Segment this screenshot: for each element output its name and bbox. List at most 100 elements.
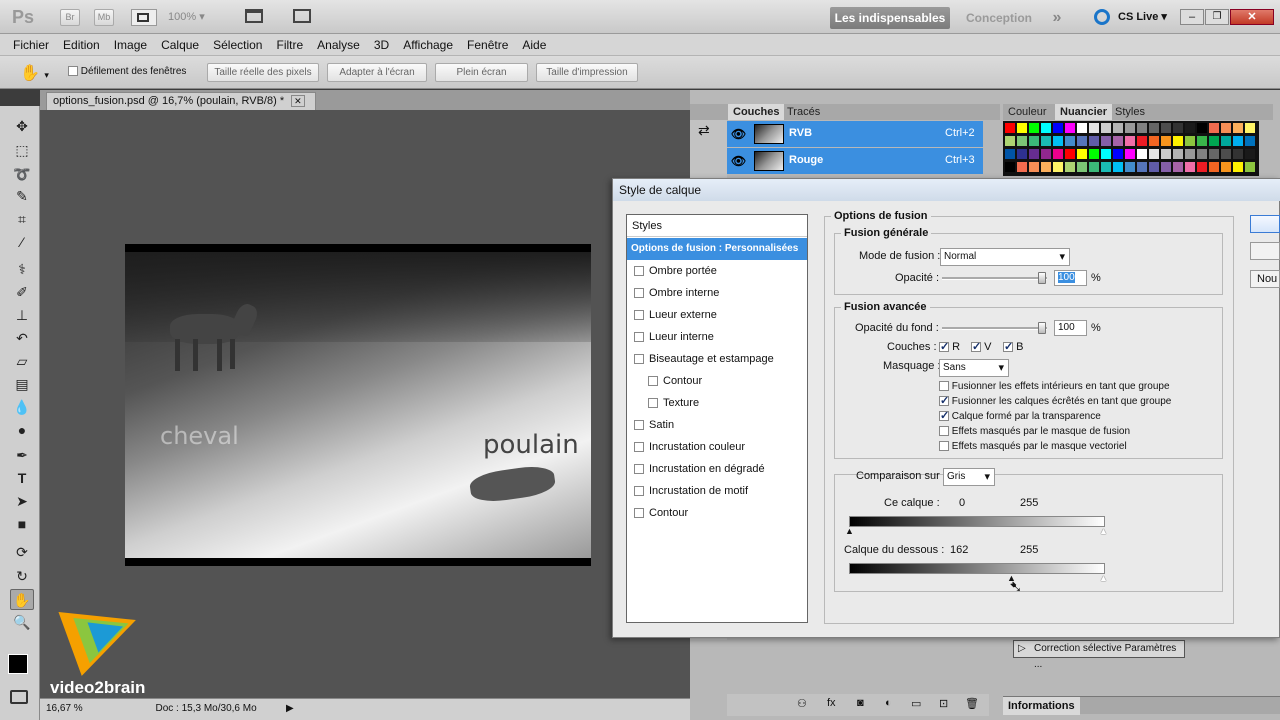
style-item[interactable]: Incrustation couleur bbox=[627, 436, 807, 458]
color-swatch[interactable] bbox=[1053, 162, 1063, 172]
color-swatch[interactable] bbox=[1209, 123, 1219, 133]
color-swatch[interactable] bbox=[1161, 136, 1171, 146]
hand-tool-preset-icon[interactable]: ✋ ▾ bbox=[20, 63, 49, 83]
color-swatch[interactable] bbox=[1053, 149, 1063, 159]
tab-nuancier[interactable]: Nuancier bbox=[1055, 104, 1113, 120]
this-layer-white-slider-icon[interactable]: ▲ bbox=[1099, 526, 1108, 536]
channel-options-icon[interactable]: ⇄ bbox=[698, 122, 719, 139]
color-swatch[interactable] bbox=[1113, 123, 1123, 133]
new-channel-icon[interactable]: ⊡ bbox=[939, 697, 948, 710]
style-checkbox[interactable] bbox=[648, 376, 658, 387]
color-swatch[interactable] bbox=[1077, 162, 1087, 172]
color-swatch[interactable] bbox=[1089, 149, 1099, 159]
channel-v-checkbox[interactable]: V bbox=[971, 340, 991, 354]
color-swatch[interactable] bbox=[1149, 136, 1159, 146]
color-swatch[interactable] bbox=[1197, 162, 1207, 172]
advanced-option-checkbox[interactable]: Calque formé par la transparence bbox=[939, 409, 1101, 424]
color-swatch[interactable] bbox=[1137, 149, 1147, 159]
eyedropper-tool-icon[interactable]: ⁄ bbox=[10, 232, 34, 253]
color-swatch[interactable] bbox=[1233, 136, 1243, 146]
new-group-icon[interactable]: ▭ bbox=[911, 697, 921, 710]
color-swatch[interactable] bbox=[1161, 162, 1171, 172]
color-swatch[interactable] bbox=[1065, 136, 1075, 146]
tab-styles[interactable]: Styles bbox=[1110, 104, 1150, 120]
menu-aide[interactable]: Aide bbox=[515, 34, 553, 56]
more-workspaces-icon[interactable]: » bbox=[1044, 7, 1070, 29]
color-swatch[interactable] bbox=[1113, 136, 1123, 146]
zoom-tool-icon[interactable]: 🔍 bbox=[10, 612, 34, 633]
tab-informations[interactable]: Informations bbox=[1003, 697, 1080, 715]
document-canvas[interactable]: cheval poulain bbox=[125, 244, 591, 566]
fill-opacity-input[interactable]: 100 bbox=[1054, 320, 1087, 336]
color-swatch[interactable] bbox=[1245, 149, 1255, 159]
color-swatch[interactable] bbox=[1221, 136, 1231, 146]
style-item[interactable]: Contour bbox=[627, 502, 807, 524]
color-swatch[interactable] bbox=[1209, 136, 1219, 146]
style-item[interactable]: Texture bbox=[627, 392, 807, 414]
style-checkbox[interactable] bbox=[634, 288, 644, 299]
menu-fenetre[interactable]: Fenêtre bbox=[460, 34, 515, 56]
style-item[interactable]: Lueur interne bbox=[627, 326, 807, 348]
fx-icon[interactable]: fx bbox=[827, 697, 836, 709]
menu-selection[interactable]: Sélection bbox=[206, 34, 269, 56]
fill-screen-button[interactable]: Plein écran bbox=[435, 63, 528, 82]
style-checkbox[interactable] bbox=[634, 310, 644, 321]
hand-tool-icon[interactable]: ✋ bbox=[10, 589, 34, 610]
channel-row-rouge[interactable]: 👁 Rouge Ctrl+3 bbox=[727, 148, 983, 174]
color-swatch[interactable] bbox=[1245, 136, 1255, 146]
blend-if-select[interactable]: Gris bbox=[943, 468, 995, 486]
color-swatch[interactable] bbox=[1101, 136, 1111, 146]
screen-mode-icon[interactable] bbox=[293, 9, 327, 26]
bridge-button[interactable]: Br bbox=[60, 9, 80, 26]
opacity-slider-thumb[interactable] bbox=[1038, 272, 1046, 284]
style-checkbox[interactable] bbox=[634, 486, 644, 497]
mask-icon[interactable]: ◙ bbox=[857, 697, 864, 709]
color-swatch[interactable] bbox=[1161, 149, 1171, 159]
style-checkbox[interactable] bbox=[648, 398, 658, 409]
color-swatch[interactable] bbox=[1221, 123, 1231, 133]
menu-3d[interactable]: 3D bbox=[367, 34, 396, 56]
color-swatch[interactable] bbox=[1005, 162, 1015, 172]
visibility-eye-icon[interactable]: 👁 bbox=[731, 154, 746, 168]
color-swatch[interactable] bbox=[1017, 123, 1027, 133]
knockout-select[interactable]: Sans bbox=[939, 359, 1009, 377]
pen-tool-icon[interactable]: ✒ bbox=[10, 445, 34, 466]
color-swatch[interactable] bbox=[1029, 123, 1039, 133]
tab-couleur[interactable]: Couleur bbox=[1003, 104, 1052, 120]
load-selection-icon[interactable]: ⚇ bbox=[797, 697, 807, 710]
color-swatch[interactable] bbox=[1233, 123, 1243, 133]
style-item[interactable]: Biseautage et estampage bbox=[627, 348, 807, 370]
menu-image[interactable]: Image bbox=[107, 34, 154, 56]
color-swatch[interactable] bbox=[1209, 149, 1219, 159]
this-layer-black-slider-icon[interactable]: ▲ bbox=[845, 526, 854, 536]
menu-analyse[interactable]: Analyse bbox=[310, 34, 367, 56]
style-item[interactable]: Options de fusion : Personnalisées bbox=[627, 238, 807, 260]
style-item[interactable]: Incrustation de motif bbox=[627, 480, 807, 502]
cancel-button[interactable] bbox=[1250, 242, 1280, 260]
style-item[interactable]: Satin bbox=[627, 414, 807, 436]
status-zoom[interactable]: 16,67 % bbox=[46, 703, 83, 714]
blur-tool-icon[interactable]: 💧 bbox=[10, 397, 34, 418]
color-swatch[interactable] bbox=[1197, 123, 1207, 133]
blend-mode-select[interactable]: Normal bbox=[940, 248, 1070, 266]
document-tab[interactable]: options_fusion.psd @ 16,7% (poulain, RVB… bbox=[46, 92, 316, 110]
color-swatch[interactable] bbox=[1185, 123, 1195, 133]
advanced-option-checkbox[interactable]: Effets masqués par le masque de fusion bbox=[939, 425, 1130, 439]
color-swatch[interactable] bbox=[1089, 136, 1099, 146]
mini-bridge-button[interactable]: Mb bbox=[94, 9, 114, 26]
opacity-input[interactable]: 100 bbox=[1054, 270, 1087, 286]
color-swatch[interactable] bbox=[1221, 162, 1231, 172]
gradient-tool-icon[interactable]: ▤ bbox=[10, 374, 34, 395]
style-checkbox[interactable] bbox=[634, 420, 644, 431]
color-swatch[interactable] bbox=[1221, 149, 1231, 159]
quick-selection-tool-icon[interactable]: ✎ bbox=[10, 186, 34, 207]
color-swatch[interactable] bbox=[1233, 162, 1243, 172]
swatch-grid[interactable] bbox=[1003, 121, 1259, 176]
color-swatch[interactable] bbox=[1053, 136, 1063, 146]
type-tool-icon[interactable]: T bbox=[10, 468, 34, 489]
workspace-essentials-button[interactable]: Les indispensables bbox=[830, 7, 950, 29]
color-swatch[interactable] bbox=[1209, 162, 1219, 172]
color-swatch[interactable] bbox=[1113, 162, 1123, 172]
tab-couches[interactable]: Couches bbox=[728, 104, 785, 120]
color-swatch[interactable] bbox=[1149, 162, 1159, 172]
